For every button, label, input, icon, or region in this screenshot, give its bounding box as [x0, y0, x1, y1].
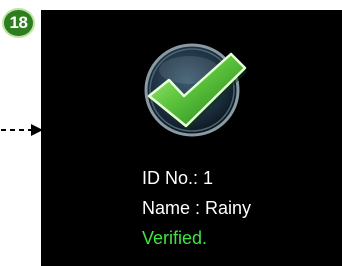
verification-screen: ID No.: 1 Name : Rainy Verified. [41, 10, 342, 266]
user-name-text: Name : Rainy [142, 198, 252, 218]
dashed-right-arrow-icon [1, 124, 43, 136]
green-checkmark-icon [144, 43, 247, 137]
step-number: 18 [9, 13, 28, 32]
verification-status-text: Verified. [142, 228, 208, 248]
id-number-text: ID No.: 1 [142, 168, 214, 188]
step-number-badge: 18 [2, 8, 35, 38]
